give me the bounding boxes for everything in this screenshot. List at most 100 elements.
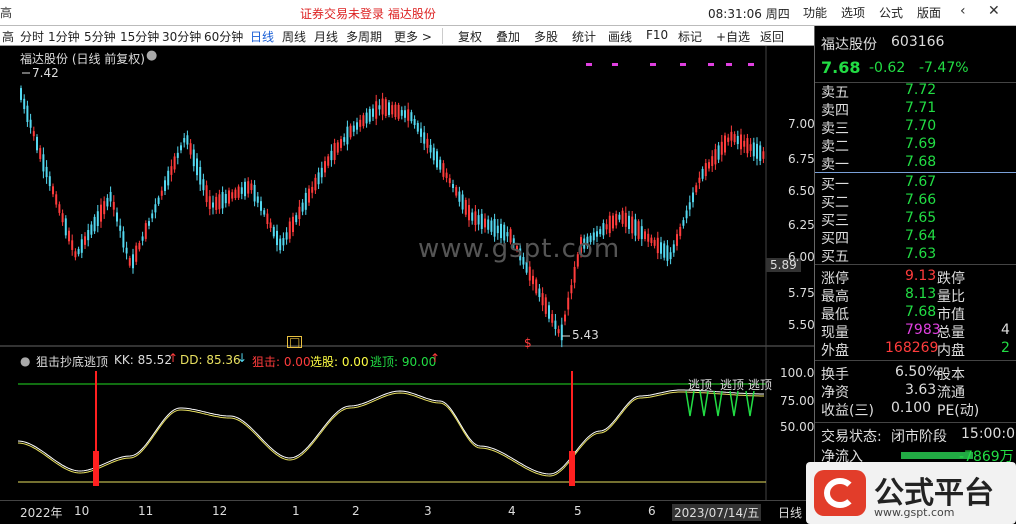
- price-change: -0.62: [869, 60, 906, 76]
- tool-draw[interactable]: 画线: [608, 28, 632, 45]
- y-tick: 5.50: [788, 318, 815, 332]
- candle-body: [84, 236, 86, 245]
- settings-circle-icon[interactable]: ●: [146, 48, 157, 63]
- bid-price: 7.63: [905, 246, 937, 262]
- period-60min[interactable]: 60分钟: [204, 28, 243, 45]
- candle-body: [26, 105, 29, 122]
- menu-layout[interactable]: 版面: [910, 4, 948, 21]
- candle-body: [311, 186, 314, 193]
- menu-formula[interactable]: 公式: [872, 4, 910, 21]
- candle-body: [631, 216, 634, 234]
- logo-mark-icon: [814, 470, 866, 516]
- menu-function[interactable]: 功能: [796, 4, 834, 21]
- ask-label: 卖二: [821, 139, 849, 155]
- date-tick: 3: [424, 504, 432, 518]
- bid-price: 7.64: [905, 228, 937, 244]
- candle-body: [324, 161, 326, 173]
- candle-body: [432, 147, 435, 161]
- low-price-label: 5.43: [572, 328, 599, 342]
- divider: [815, 422, 1016, 423]
- period-30min[interactable]: 30分钟: [162, 28, 201, 45]
- divider: [815, 264, 1016, 265]
- status-time: 15:00:0: [961, 426, 1015, 442]
- tool-multistock[interactable]: 多股: [534, 28, 558, 45]
- kline-chart-area[interactable]: 福达股份 (日线 前复权) ● 7.42 5.43 5.89 7.00 6.75…: [0, 46, 815, 500]
- stat-label2: 总量: [937, 325, 965, 341]
- candle-body: [244, 181, 246, 197]
- candle-body: [644, 231, 646, 240]
- clock: 08:31:06 周四: [708, 7, 790, 21]
- date-tick: 6: [648, 504, 656, 518]
- indicator-name: 狙击抄底逃顶: [36, 355, 109, 369]
- candle-body: [125, 247, 128, 254]
- candle-body: [221, 192, 224, 209]
- candle-body: [736, 135, 739, 145]
- ind-y-tick: 100.0: [780, 366, 815, 380]
- indicator-settings-icon[interactable]: ●: [20, 354, 30, 368]
- candle-body: [455, 187, 458, 196]
- candle-body: [400, 110, 403, 116]
- candle-body: [474, 211, 477, 226]
- candle-body: [116, 212, 118, 222]
- candle-body: [564, 314, 566, 322]
- period-timeshare[interactable]: 分时: [20, 28, 44, 45]
- candle-body: [458, 191, 461, 202]
- candle-body: [672, 244, 675, 253]
- period-weekly[interactable]: 周线: [282, 28, 306, 45]
- candle-body: [266, 213, 269, 224]
- period-daily[interactable]: 日线: [250, 28, 274, 45]
- candle-body: [573, 266, 576, 283]
- logo-url: www.gspt.com: [874, 506, 955, 519]
- indicator-jj: 狙击: 0.00: [252, 355, 311, 369]
- ask-price: 7.72: [905, 82, 937, 98]
- candle-body: [666, 245, 669, 261]
- stat-value: 7.68: [905, 304, 937, 320]
- bid-price: 7.67: [905, 174, 937, 190]
- candle-body: [708, 162, 710, 169]
- fin-label2: 流通: [937, 385, 965, 401]
- candle-body: [656, 237, 659, 254]
- date-tick: 11: [138, 504, 154, 518]
- candle-body: [253, 184, 256, 202]
- tool-stats[interactable]: 统计: [572, 28, 596, 45]
- tool-f10[interactable]: F10: [646, 28, 668, 42]
- candle-body: [365, 112, 368, 124]
- event-square-icon[interactable]: □: [287, 336, 303, 348]
- tool-back[interactable]: 返回: [760, 28, 784, 45]
- candle-body: [426, 138, 429, 148]
- tool-rights[interactable]: 复权: [458, 28, 482, 45]
- candle-body: [394, 104, 397, 117]
- period-multi[interactable]: 多周期: [346, 28, 382, 45]
- indicator-xg: 选股: 0.00: [310, 355, 369, 369]
- candle-body: [260, 201, 262, 211]
- candle-body: [378, 105, 381, 110]
- tool-add-watchlist[interactable]: +自选: [716, 28, 750, 45]
- period-monthly[interactable]: 月线: [314, 28, 338, 45]
- period-more[interactable]: 更多 >: [394, 28, 432, 45]
- period-daily-button[interactable]: 日线: [778, 504, 802, 521]
- candle-body: [141, 236, 144, 241]
- period-15min[interactable]: 15分钟: [120, 28, 159, 45]
- candle-body: [746, 138, 749, 154]
- candle-body: [224, 194, 227, 204]
- candle-body: [618, 214, 621, 220]
- candle-body: [701, 168, 704, 179]
- candle-body: [349, 125, 352, 138]
- candle-body: [52, 186, 54, 195]
- fin-label: 换手: [821, 367, 849, 383]
- period-1min[interactable]: 1分钟: [48, 28, 80, 45]
- menu-options[interactable]: 选项: [834, 4, 872, 21]
- up-arrow-icon: ↑: [168, 351, 179, 365]
- candle-body: [653, 239, 656, 246]
- candle-body: [176, 152, 179, 158]
- stat-extra: 2: [1001, 340, 1010, 356]
- close-icon[interactable]: ✕: [988, 3, 1000, 19]
- tool-mark[interactable]: 标记: [678, 28, 702, 45]
- escape-signal: [685, 390, 695, 417]
- tool-overlay[interactable]: 叠加: [496, 28, 520, 45]
- chevron-left-icon[interactable]: ‹: [960, 3, 966, 19]
- period-5min[interactable]: 5分钟: [84, 28, 116, 45]
- candle-body: [759, 145, 762, 161]
- candle-body: [327, 156, 330, 166]
- stat-label: 最高: [821, 289, 849, 305]
